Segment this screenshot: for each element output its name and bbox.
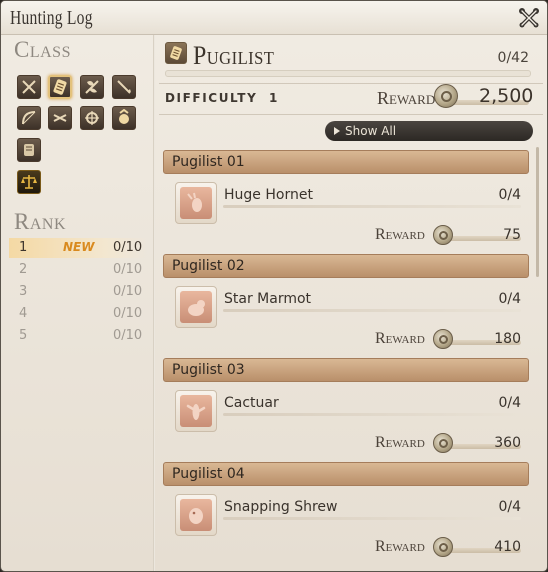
grand-company-icon[interactable] — [17, 170, 41, 194]
divider — [159, 83, 543, 84]
sidebar: Class Rank 1 NEW 0/10 2 0/10 3 0/10 4 0/… — [1, 35, 153, 571]
shrew-icon[interactable] — [175, 494, 217, 536]
reward-label: Reward — [375, 226, 425, 243]
scrollbar[interactable] — [536, 147, 539, 277]
column-divider — [153, 35, 155, 571]
archer-icon[interactable] — [17, 106, 41, 130]
gil-coin-icon — [434, 84, 458, 108]
gil-coin-icon — [433, 225, 453, 245]
class-progress: 0/42 — [497, 50, 529, 66]
difficulty-label: DIFFICULTY — [165, 91, 258, 105]
hunting-log-window: Hunting Log Class Rank 1 NEW 0/10 2 0/10… — [0, 0, 548, 572]
entry-reward: 410 — [494, 539, 521, 555]
lancer-icon[interactable] — [112, 75, 136, 99]
group-header[interactable]: Pugilist 03 — [163, 358, 529, 382]
new-badge: NEW — [63, 240, 95, 254]
difficulty: DIFFICULTY 1 — [165, 91, 279, 105]
entry-reward: 360 — [494, 435, 521, 451]
group-title: Pugilist 04 — [172, 466, 245, 482]
kill-count: 0/4 — [498, 395, 521, 411]
group-title: Pugilist 02 — [172, 258, 245, 274]
conjurer-icon[interactable] — [80, 106, 104, 130]
group-header[interactable]: Pugilist 04 — [163, 462, 529, 486]
monster-name: Star Marmot — [224, 291, 312, 307]
gladiator-icon[interactable] — [17, 75, 41, 99]
rank-row-2[interactable]: 2 0/10 — [9, 260, 147, 280]
rank-progress: 0/10 — [113, 240, 143, 255]
difficulty-value: 1 — [268, 91, 279, 105]
rank-progress: 0/10 — [113, 262, 143, 277]
kill-count: 0/4 — [498, 499, 521, 515]
monster-name: Cactuar — [224, 395, 279, 411]
reward-label: Reward — [375, 434, 425, 451]
play-arrow-icon — [334, 127, 340, 135]
rank-number: 3 — [19, 284, 28, 299]
marmot-icon[interactable] — [175, 286, 217, 328]
rank-number: 5 — [19, 328, 28, 343]
kill-progress-bar — [223, 413, 521, 416]
rank-row-1[interactable]: 1 NEW 0/10 — [9, 238, 147, 258]
rank-progress: 0/10 — [113, 284, 143, 299]
reward-label: Reward — [375, 330, 425, 347]
rogue-icon[interactable] — [48, 106, 72, 130]
group-header[interactable]: Pugilist 02 — [163, 254, 529, 278]
group-title: Pugilist 01 — [172, 154, 245, 170]
cactuar-icon[interactable] — [175, 390, 217, 432]
pugilist-icon[interactable] — [48, 75, 72, 99]
kill-progress-bar — [223, 205, 521, 208]
entry-reward: 180 — [494, 331, 521, 347]
entry-list: Pugilist 01 Huge Hornet 0/4 Reward 75 Pu… — [159, 145, 537, 571]
divider — [159, 114, 543, 115]
show-all-filter[interactable]: Show All — [325, 121, 533, 141]
rank-number: 2 — [19, 262, 28, 277]
rank-row-3[interactable]: 3 0/10 — [9, 282, 147, 302]
arcanist-icon[interactable] — [17, 138, 41, 162]
thaumaturge-icon[interactable] — [112, 106, 136, 130]
marauder-icon[interactable] — [80, 75, 104, 99]
rank-progress: 0/10 — [113, 328, 143, 343]
rank-row-4[interactable]: 4 0/10 — [9, 304, 147, 324]
hornet-icon[interactable] — [175, 182, 217, 224]
reward-label: Reward — [377, 88, 436, 108]
class-heading: Class — [14, 37, 71, 62]
kill-progress-bar — [223, 517, 521, 520]
show-all-label: Show All — [345, 124, 397, 138]
kill-count: 0/4 — [498, 187, 521, 203]
kill-count: 0/4 — [498, 291, 521, 307]
reward-label: Reward — [375, 538, 425, 555]
title-bar[interactable]: Hunting Log — [1, 1, 547, 35]
monster-name: Huge Hornet — [224, 187, 313, 203]
rank-heading: Rank — [14, 209, 67, 234]
gil-coin-icon — [433, 329, 453, 349]
group-title: Pugilist 03 — [172, 362, 245, 378]
kill-progress-bar — [223, 309, 521, 312]
rank-row-5[interactable]: 5 0/10 — [9, 326, 147, 346]
rank-progress: 0/10 — [113, 306, 143, 321]
total-reward: 2,500 — [479, 85, 534, 107]
pugilist-class-icon — [165, 42, 187, 64]
rank-number: 1 — [19, 240, 28, 255]
rank-number: 4 — [19, 306, 28, 321]
group-header[interactable]: Pugilist 01 — [163, 150, 529, 174]
gil-coin-icon — [433, 433, 453, 453]
gil-coin-icon — [433, 537, 453, 557]
monster-name: Snapping Shrew — [224, 499, 338, 515]
class-progress-bar — [165, 70, 531, 77]
class-name: Pugilist — [193, 41, 275, 70]
entry-reward: 75 — [503, 227, 521, 243]
close-tools-icon[interactable] — [518, 7, 540, 29]
window-title: Hunting Log — [10, 7, 93, 29]
